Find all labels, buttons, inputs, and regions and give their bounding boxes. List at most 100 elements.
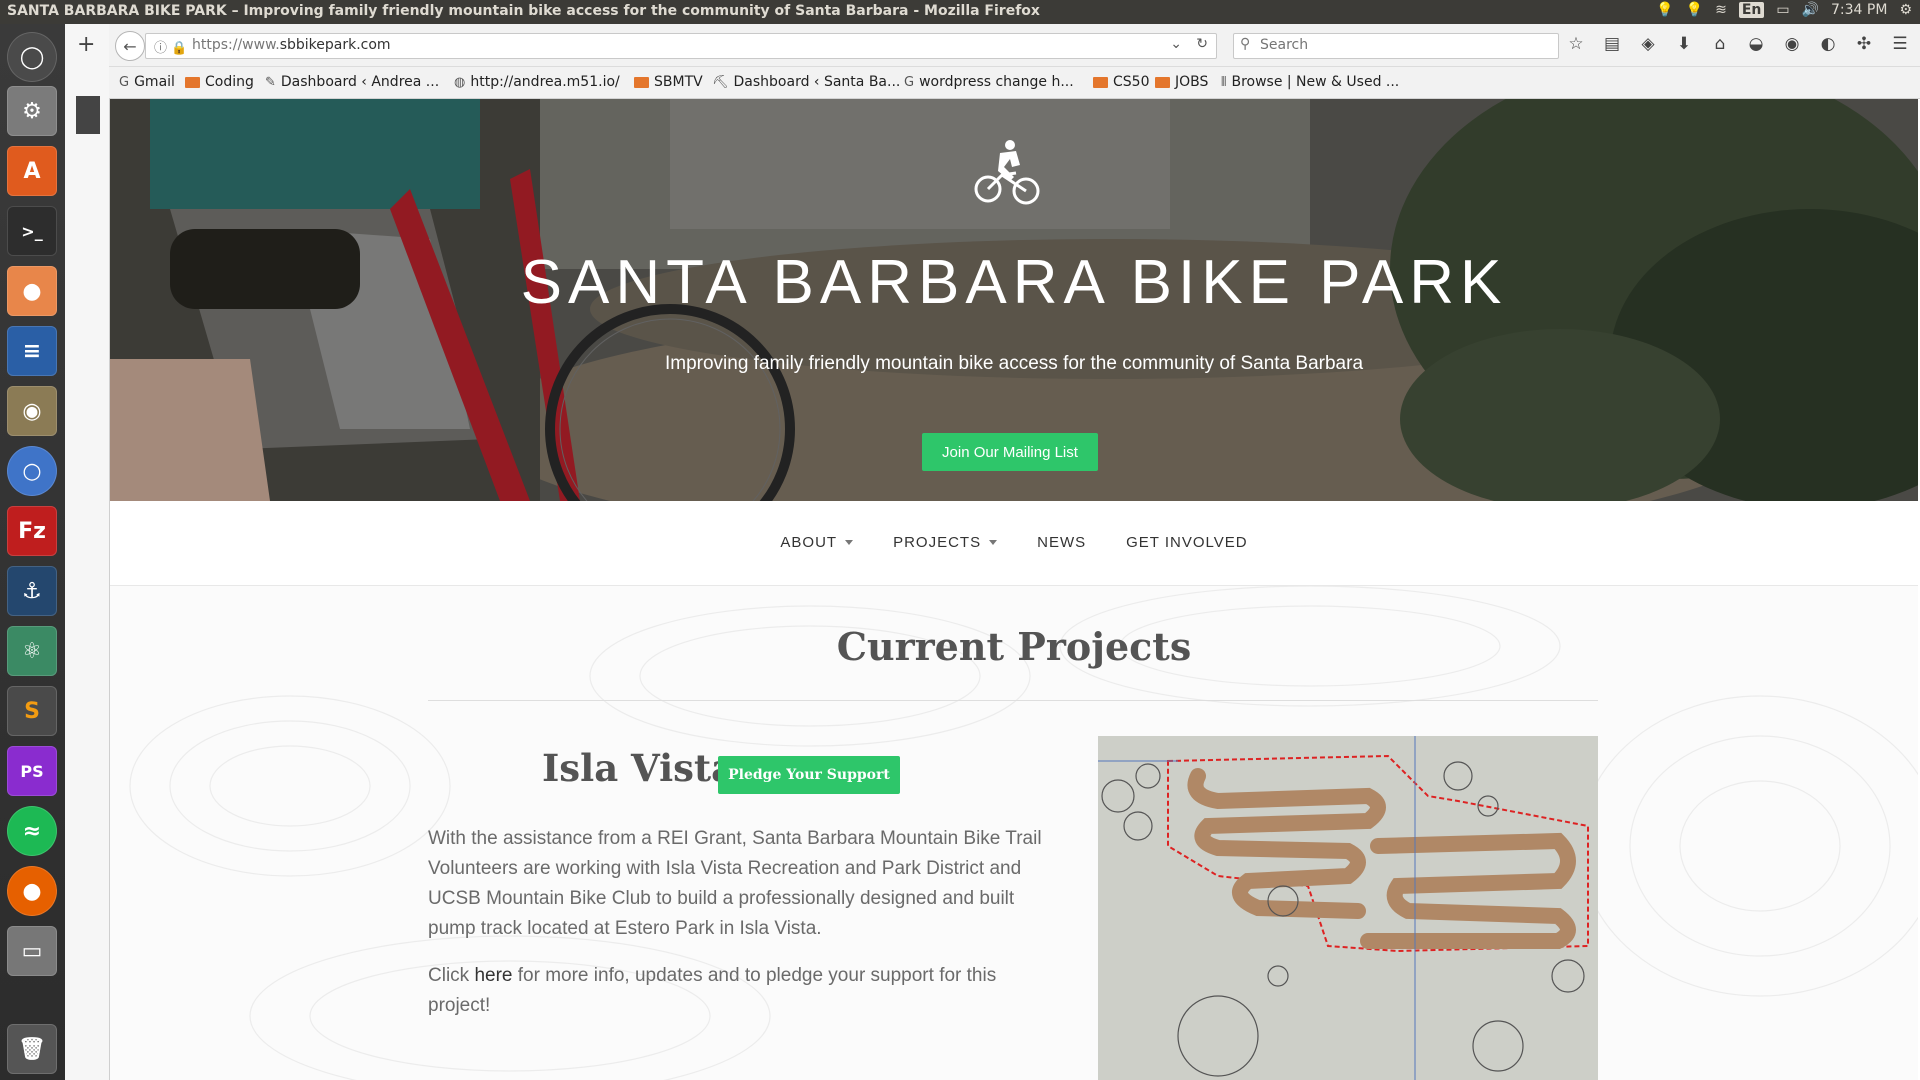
url-text[interactable]: https://www.sbbikepark.com <box>192 37 391 53</box>
system-tray: 💡 💡 ≋ En ▭ 🔊 7:34 PM ⚙ <box>1656 2 1912 18</box>
bookmark-andrea-m51[interactable]: ◍ http://andrea.m51.io/ <box>454 74 620 90</box>
clock[interactable]: 7:34 PM <box>1831 2 1887 18</box>
web-page: SANTA BARBARA BIKE PARK Improving family… <box>110 99 1918 1080</box>
nav-item-label: PROJECTS <box>893 534 982 551</box>
reload-icon[interactable]: ↻ <box>1196 36 1208 52</box>
window-title: SANTA BARBARA BIKE PARK – Improving fami… <box>7 3 1040 19</box>
folder-icon <box>185 76 200 88</box>
bookmark-label: Coding <box>205 74 254 90</box>
caret-down-icon <box>989 540 998 545</box>
bookmark-coding[interactable]: Coding <box>185 74 254 90</box>
mysql-workbench-icon[interactable]: ⚓ <box>7 566 57 616</box>
download-icon[interactable]: ⬇ <box>1673 34 1695 54</box>
nav-item-label: GET INVOLVED <box>1126 534 1248 551</box>
bookmark-icon: ⛏ <box>712 74 729 90</box>
google-icon: G <box>119 74 130 90</box>
bookmark-wordpress[interactable]: Gwordpress change h... <box>904 74 1074 90</box>
folder-icon <box>1155 76 1170 88</box>
section-divider <box>428 700 1598 701</box>
launcher: ◯ ⚙ A >_ ● ≡ ◉ ○ Fz ⚓ ⚛ S PS ≈ ● ▭ 🗑 <box>0 24 65 1080</box>
browser-toolbar: ← ⓘ 🔒 https://www.sbbikepark.com ⌄ ↻ ⚲ ☆… <box>109 24 1920 67</box>
caret-down-icon <box>845 540 854 545</box>
atom-icon[interactable]: ⚛ <box>7 626 57 676</box>
software-center-icon[interactable]: A <box>7 146 57 196</box>
search-icon: ⚲ <box>1240 36 1251 52</box>
home-icon[interactable]: ⌂ <box>1709 34 1731 54</box>
nav-item-label: ABOUT <box>780 534 838 551</box>
bookmark-jobs[interactable]: JOBS <box>1155 74 1208 90</box>
nav-item-get-involved[interactable]: GET INVOLVED <box>1126 534 1247 551</box>
volume-icon[interactable]: 🔊 <box>1802 2 1819 18</box>
nav-item-news[interactable]: NEWS <box>1037 534 1086 551</box>
bookmark-cs50[interactable]: CS50 <box>1093 74 1149 90</box>
system-settings-icon[interactable]: ⚙ <box>7 86 57 136</box>
tools-icon[interactable]: ✣ <box>1853 34 1875 54</box>
gear-icon[interactable]: ⚙ <box>1899 2 1912 18</box>
site-info-icon[interactable]: ⓘ 🔒 <box>154 37 187 56</box>
bookmark-label: Dashboard ‹ Andrea ... <box>280 74 440 90</box>
hamburger-menu-icon[interactable]: ☰ <box>1889 34 1911 54</box>
toolbar-icons: ☆ ▤ ◈ ⬇ ⌂ ◒ ◉ ◐ ✣ ☰ <box>1565 34 1911 54</box>
back-button[interactable]: ← <box>115 31 145 61</box>
more-info-suffix: for more info, updates and to pledge you… <box>428 965 997 1016</box>
bookmark-dashboard-andrea[interactable]: ✎ Dashboard ‹ Andrea ... <box>265 74 439 90</box>
pledge-support-button[interactable]: Pledge Your Support <box>718 756 900 794</box>
bookmark-icon: ⫴ <box>1221 74 1227 90</box>
idea-icon[interactable]: ● <box>7 266 57 316</box>
back-arrow-icon: ← <box>123 36 137 56</box>
more-info-prefix: Click <box>428 965 475 986</box>
join-mailing-list-button[interactable]: Join Our Mailing List <box>922 433 1098 471</box>
bookmark-gmail[interactable]: G Gmail <box>119 74 175 90</box>
ubuntu-dash-icon[interactable]: ◯ <box>7 32 57 82</box>
wifi-icon[interactable]: ≋ <box>1715 2 1727 18</box>
site-tagline: Improving family friendly mountain bike … <box>664 353 1364 374</box>
bookmark-label: http://andrea.m51.io/ <box>470 74 620 90</box>
bookmark-label: SBMTV <box>654 74 703 90</box>
pump-track-site-plan-image[interactable] <box>1098 736 1598 1080</box>
lightbulb-icon[interactable]: 💡 <box>1656 2 1673 18</box>
sync-icon[interactable]: ◐ <box>1817 34 1839 54</box>
bookmark-browse[interactable]: ⫴ Browse | New & Used ... <box>1221 74 1399 90</box>
filezilla-icon[interactable]: Fz <box>7 506 57 556</box>
search-bar[interactable]: ⚲ <box>1233 33 1559 59</box>
sublime-text-icon[interactable]: S <box>7 686 57 736</box>
terminal-icon[interactable]: >_ <box>7 206 57 256</box>
files-icon[interactable]: ▭ <box>7 926 57 976</box>
new-tab-button[interactable]: + <box>77 32 95 57</box>
tab-thumbnail[interactable] <box>76 96 100 134</box>
phpstorm-icon[interactable]: PS <box>7 746 57 796</box>
nav-item-projects[interactable]: PROJECTS <box>893 534 998 551</box>
firefox-icon[interactable]: ● <box>7 866 57 916</box>
search-input[interactable] <box>1258 36 1552 54</box>
chromium-icon[interactable]: ○ <box>7 446 57 496</box>
keyboard-layout-indicator[interactable]: En <box>1738 2 1765 18</box>
pocket-icon[interactable]: ◒ <box>1745 34 1767 54</box>
chat-icon[interactable]: ◉ <box>1781 34 1803 54</box>
vertical-tab-strip: + <box>65 24 110 1080</box>
project-description: With the assistance from a REI Grant, Sa… <box>428 828 1042 939</box>
more-info-link[interactable]: here <box>474 965 512 986</box>
bookmark-sbmtv[interactable]: SBMTV <box>634 74 703 90</box>
hero-banner: SANTA BARBARA BIKE PARK Improving family… <box>110 99 1918 501</box>
bookmark-label: CS50 <box>1113 74 1150 90</box>
gimp-icon[interactable]: ◉ <box>7 386 57 436</box>
nav-item-about[interactable]: ABOUT <box>780 534 854 551</box>
lightbulb-icon[interactable]: 💡 <box>1686 2 1703 18</box>
extension-icon[interactable]: ◈ <box>1637 34 1659 54</box>
site-title[interactable]: SANTA BARBARA BIKE PARK <box>110 247 1918 318</box>
bookmark-dashboard-santa-barbara[interactable]: ⛏ Dashboard ‹ Santa Ba... <box>712 74 900 90</box>
star-icon[interactable]: ☆ <box>1565 34 1587 54</box>
bike-rider-logo-icon <box>974 140 1040 205</box>
folder-icon <box>1093 76 1108 88</box>
main-navigation: ABOUT PROJECTS NEWS GET INVOLVED <box>110 501 1918 586</box>
writer-icon[interactable]: ≡ <box>7 326 57 376</box>
bookmark-label: Dashboard ‹ Santa Ba... <box>733 74 901 90</box>
battery-icon[interactable]: ▭ <box>1776 2 1789 18</box>
project-title: Isla Vista <box>542 746 736 790</box>
bookmark-label: Browse | New & Used ... <box>1231 74 1400 90</box>
reading-list-icon[interactable]: ▤ <box>1601 34 1623 54</box>
trash-icon[interactable]: 🗑 <box>7 1024 57 1074</box>
url-bar[interactable]: ⓘ 🔒 https://www.sbbikepark.com ⌄ ↻ <box>145 33 1217 59</box>
chevron-down-icon[interactable]: ⌄ <box>1170 36 1182 52</box>
spotify-icon[interactable]: ≈ <box>7 806 57 856</box>
